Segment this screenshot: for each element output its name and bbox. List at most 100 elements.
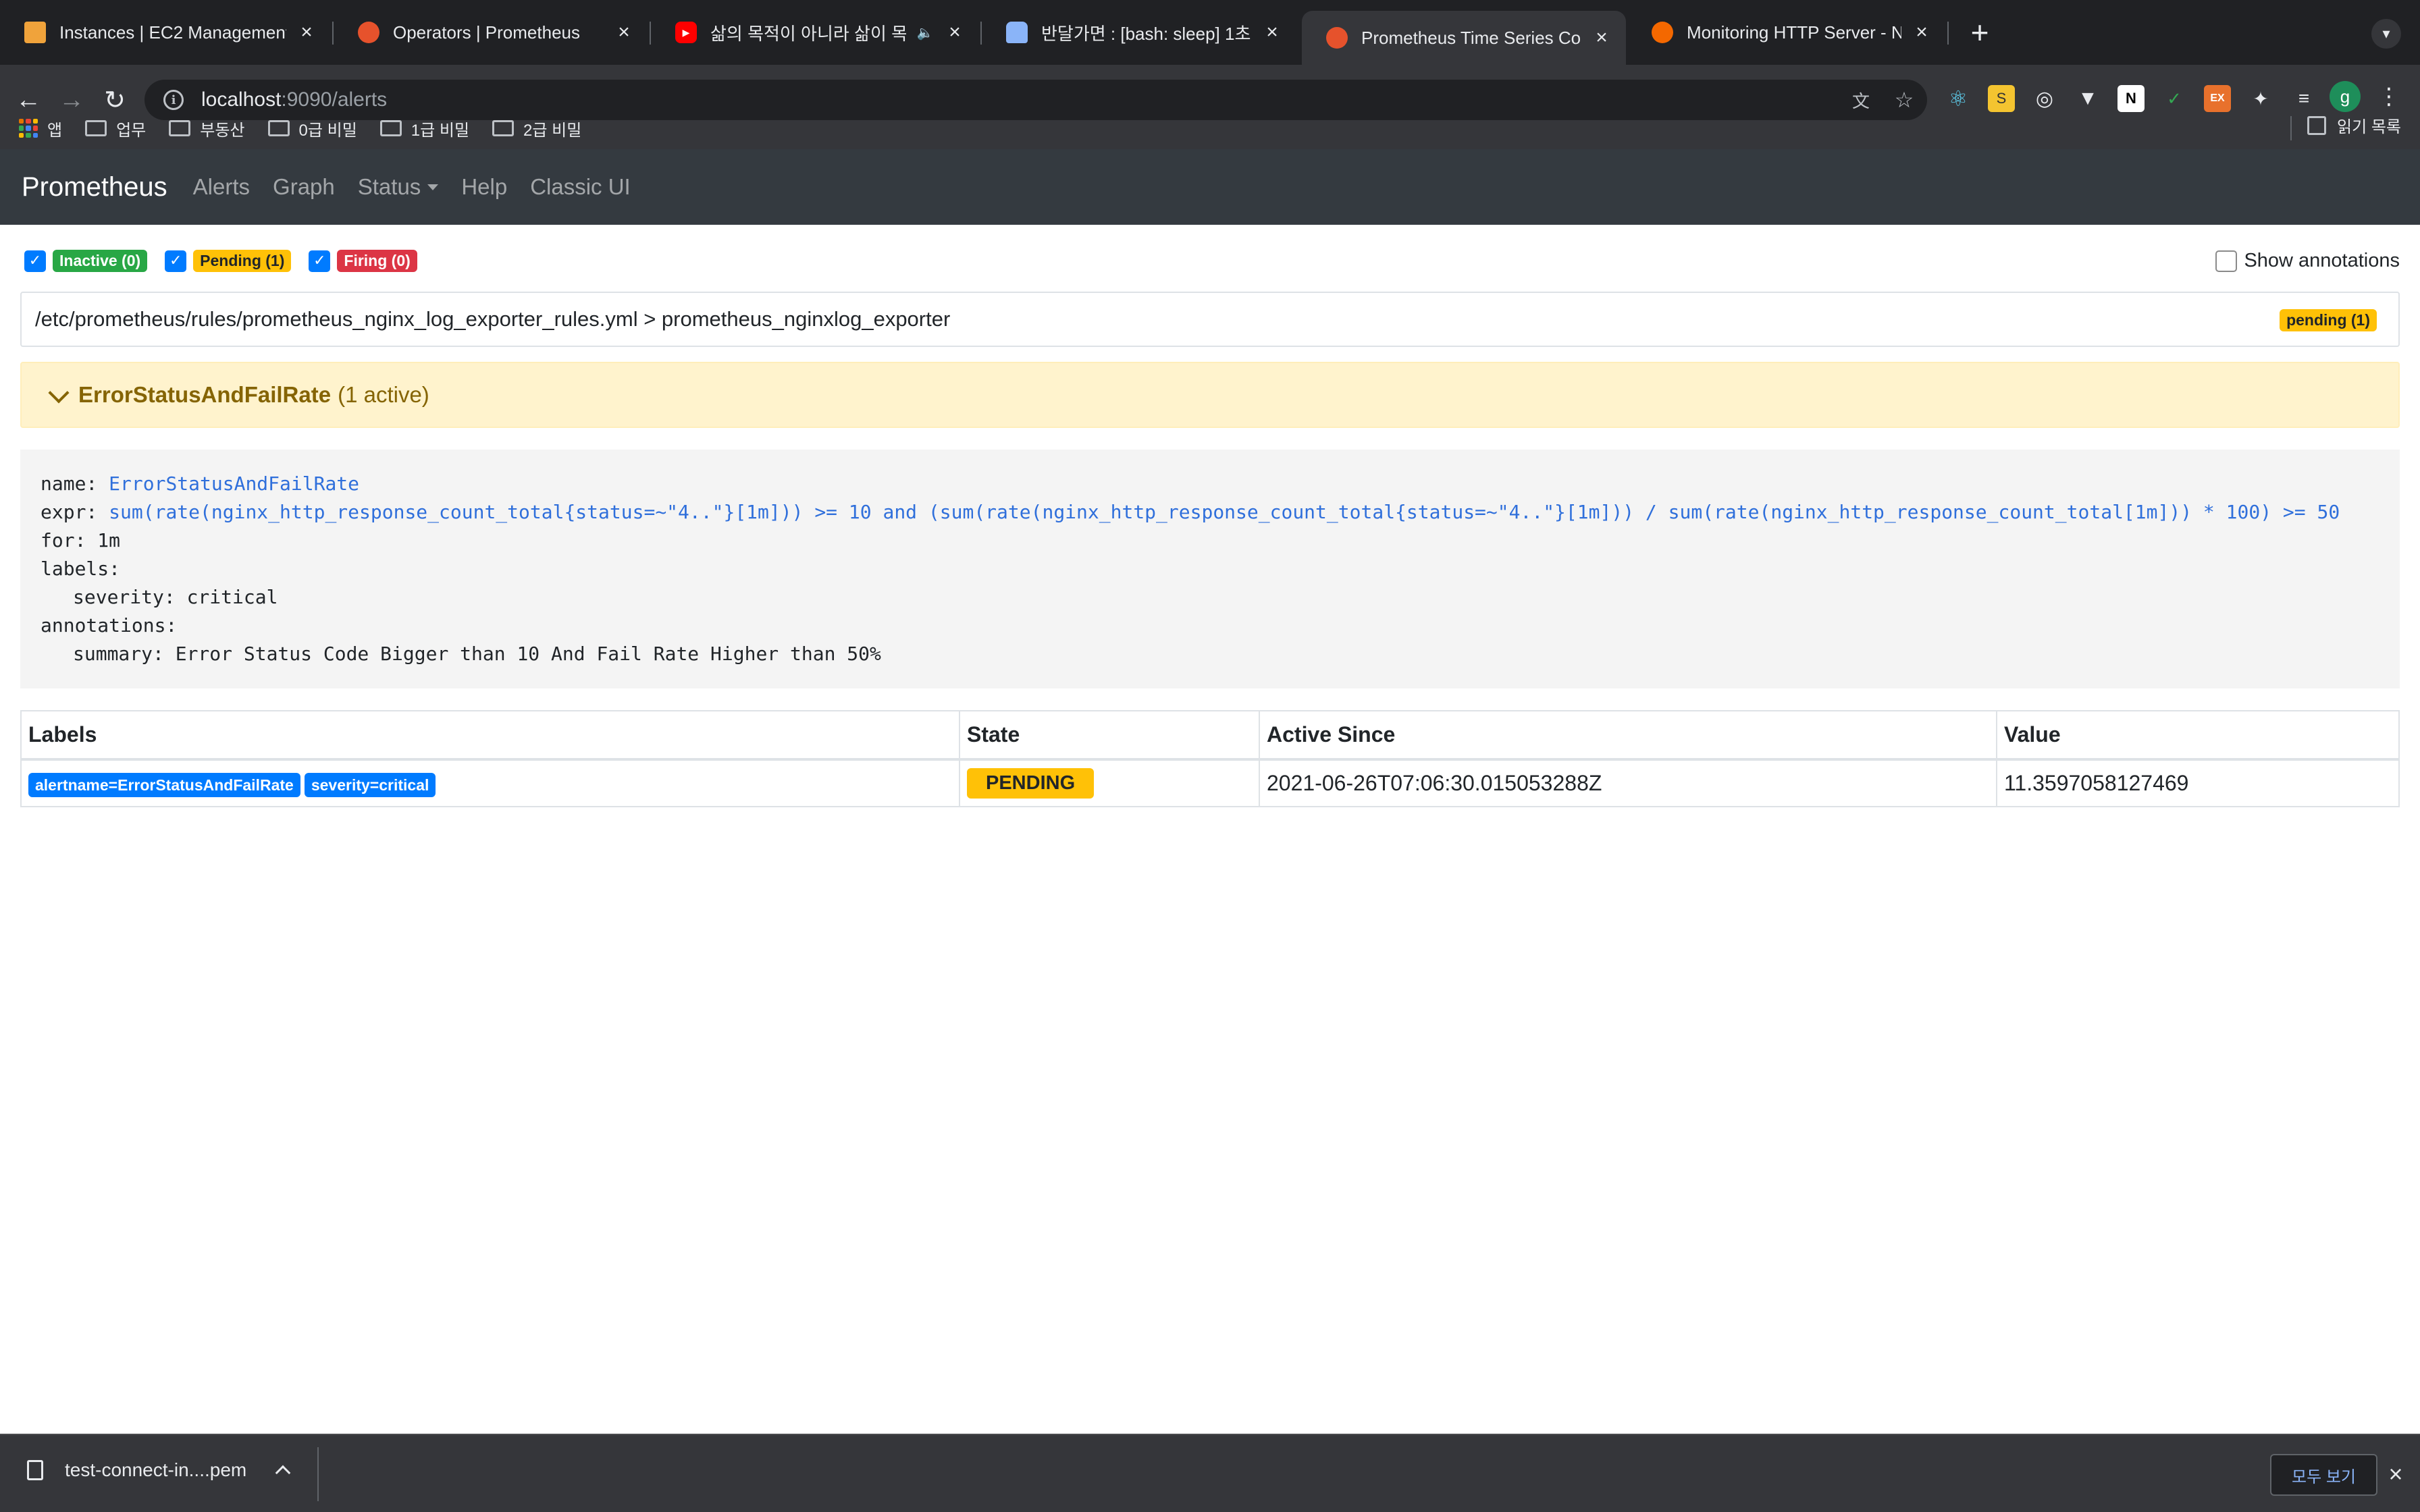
nav-graph[interactable]: Graph	[273, 174, 335, 200]
prometheus-icon	[1326, 27, 1348, 49]
download-bar: test-connect-in....pem 모두 보기 ×	[0, 1434, 2420, 1512]
nav-help[interactable]: Help	[461, 174, 507, 200]
checkbox-checked-icon[interactable]: ✓	[24, 250, 46, 272]
state-filters: ✓ Inactive (0) ✓ Pending (1) ✓ Firing (0…	[24, 250, 435, 272]
code-summary-line: summary: Error Status Code Bigger than 1…	[73, 643, 881, 665]
rule-group-path: /etc/prometheus/rules/prometheus_nginx_l…	[35, 307, 951, 331]
folder-icon	[379, 120, 402, 136]
download-item[interactable]: test-connect-in....pem	[27, 1459, 291, 1481]
bookmark-apps[interactable]: 앱	[19, 117, 62, 140]
checkbox-checked-icon[interactable]: ✓	[309, 250, 331, 272]
tab-title: Prometheus Time Series Collectio	[1361, 27, 1581, 48]
tab-search-button[interactable]: ▾	[2371, 19, 2401, 49]
code-key: name:	[41, 473, 98, 495]
nav-status-dropdown[interactable]: Status	[358, 174, 439, 200]
reading-list-button[interactable]: 읽기 목록	[2307, 113, 2401, 137]
bookmark-label: 앱	[47, 121, 63, 140]
show-annotations-label: Show annotations	[2244, 250, 2400, 271]
code-labels-line: labels:	[41, 558, 121, 580]
tab-bash-sleep[interactable]: 반달가면 : [bash: sleep] 1초 미만으 ×	[982, 9, 1296, 55]
download-filename: test-connect-in....pem	[65, 1459, 247, 1480]
bookmark-folder-work[interactable]: 업무	[85, 117, 146, 140]
tab-grafana-nginx[interactable]: Monitoring HTTP Server - NGINX ×	[1627, 9, 1946, 55]
alert-rule-active-count: (1 active)	[338, 382, 429, 407]
close-icon[interactable]: ×	[2382, 1460, 2409, 1488]
column-header-active-since: Active Since	[1259, 710, 1997, 761]
folder-icon	[267, 120, 290, 136]
speaker-muted-icon[interactable]: 🔈	[916, 22, 935, 43]
alert-rule-name: ErrorStatusAndFailRate	[78, 382, 332, 407]
tab-ec2-instances[interactable]: Instances | EC2 Management Cons ×	[0, 9, 331, 55]
nav-status-label: Status	[357, 174, 421, 199]
firing-badge: Firing (0)	[337, 250, 417, 272]
alert-rule-toggle[interactable]: ErrorStatusAndFailRate (1 active)	[20, 362, 2400, 428]
group-pending-badge: pending (1)	[2280, 309, 2377, 331]
bookmark-folder-secret-2[interactable]: 2급 비밀	[492, 117, 581, 140]
bookmark-label: 업무	[116, 121, 147, 140]
code-for-line: for: 1m	[41, 529, 121, 551]
tab-separator	[1947, 22, 1949, 45]
prometheus-brand[interactable]: Prometheus	[22, 172, 167, 202]
tab-youtube[interactable]: ▶ 삶의 목적이 아니라 삶이 목적이다 🔈 ×	[651, 9, 979, 55]
label-badge-severity: severity=critical	[304, 773, 436, 797]
close-icon[interactable]: ×	[1911, 21, 1932, 43]
filter-pending[interactable]: ✓ Pending (1)	[165, 250, 292, 272]
rule-expr-link[interactable]: sum(rate(nginx_http_response_count_total…	[109, 501, 2340, 523]
close-icon[interactable]: ×	[1591, 26, 1612, 49]
column-header-value: Value	[1996, 710, 2400, 761]
nav-alerts[interactable]: Alerts	[193, 174, 250, 200]
nav-classic-ui[interactable]: Classic UI	[530, 174, 631, 200]
close-icon[interactable]: ×	[944, 21, 966, 43]
code-expr-line: expr: sum(rate(nginx_http_response_count…	[41, 498, 2400, 526]
tab-title: 삶의 목적이 아니라 삶이 목적이다	[710, 23, 906, 44]
reading-list-label: 읽기 목록	[2337, 118, 2401, 136]
tab-prometheus-active[interactable]: Prometheus Time Series Collectio ×	[1302, 11, 1626, 65]
info-icon[interactable]: i	[163, 90, 184, 110]
value-cell: 11.3597058127469	[1996, 759, 2400, 807]
column-header-state: State	[959, 710, 1260, 761]
checkbox-unchecked-icon[interactable]	[2215, 250, 2238, 272]
close-icon[interactable]: ×	[613, 21, 635, 43]
show-annotations-toggle[interactable]: Show annotations	[2215, 250, 2400, 272]
bookmark-label: 1급 비밀	[411, 121, 470, 140]
bookmarks-bar: 앱 업무 부동산 0급 비밀 1급 비밀 2급 비밀 읽기 목록	[0, 108, 2420, 148]
tab-title: Operators | Prometheus	[393, 22, 580, 43]
reading-list-icon	[2307, 115, 2326, 135]
tab-operators-prometheus[interactable]: Operators | Prometheus ×	[334, 9, 648, 55]
close-icon[interactable]: ×	[1261, 21, 1283, 43]
prometheus-icon	[358, 22, 379, 43]
prometheus-navbar: Prometheus Alerts Graph Status Help Clas…	[0, 149, 2420, 225]
column-header-labels: Labels	[20, 710, 960, 761]
inactive-badge: Inactive (0)	[53, 250, 148, 272]
tab-title: 반달가면 : [bash: sleep] 1초 미만으	[1041, 23, 1252, 44]
rule-definition: name: ErrorStatusAndFailRate expr: sum(r…	[20, 450, 2400, 688]
table-row: alertname=ErrorStatusAndFailRate severity…	[20, 759, 2400, 807]
filter-inactive[interactable]: ✓ Inactive (0)	[24, 250, 148, 272]
bookmark-folder-secret-1[interactable]: 1급 비밀	[379, 117, 470, 140]
bookmark-label: 부동산	[200, 121, 245, 140]
new-tab-button[interactable]: +	[1962, 15, 1997, 50]
grafana-icon	[1652, 22, 1673, 43]
aws-box-icon	[24, 22, 46, 43]
active-since-cell: 2021-06-26T07:06:30.015053288Z	[1259, 759, 1997, 807]
folder-icon	[492, 120, 515, 136]
browser-tab-strip: Instances | EC2 Management Cons × Operat…	[0, 0, 2420, 65]
bookmark-folder-realestate[interactable]: 부동산	[169, 117, 245, 140]
chevron-down-icon	[48, 382, 70, 404]
code-name-line: name: ErrorStatusAndFailRate	[41, 470, 2400, 498]
bookmark-label: 2급 비밀	[523, 121, 582, 140]
close-icon[interactable]: ×	[296, 21, 317, 43]
label-badge-alertname: alertname=ErrorStatusAndFailRate	[28, 773, 300, 797]
alerts-table: Labels State Active Since Value alertnam…	[20, 710, 2400, 807]
bookmarks-separator	[2290, 116, 2292, 140]
bookmark-folder-secret-0[interactable]: 0급 비밀	[267, 117, 357, 140]
show-all-downloads-button[interactable]: 모두 보기	[2270, 1454, 2377, 1496]
checkbox-checked-icon[interactable]: ✓	[165, 250, 187, 272]
filter-firing[interactable]: ✓ Firing (0)	[309, 250, 417, 272]
chevron-up-icon[interactable]	[275, 1465, 291, 1481]
caret-down-icon	[427, 184, 439, 190]
folder-icon	[169, 120, 191, 136]
rule-name-link[interactable]: ErrorStatusAndFailRate	[109, 473, 359, 495]
bookmark-label: 0급 비밀	[298, 121, 357, 140]
download-separator	[317, 1447, 319, 1501]
